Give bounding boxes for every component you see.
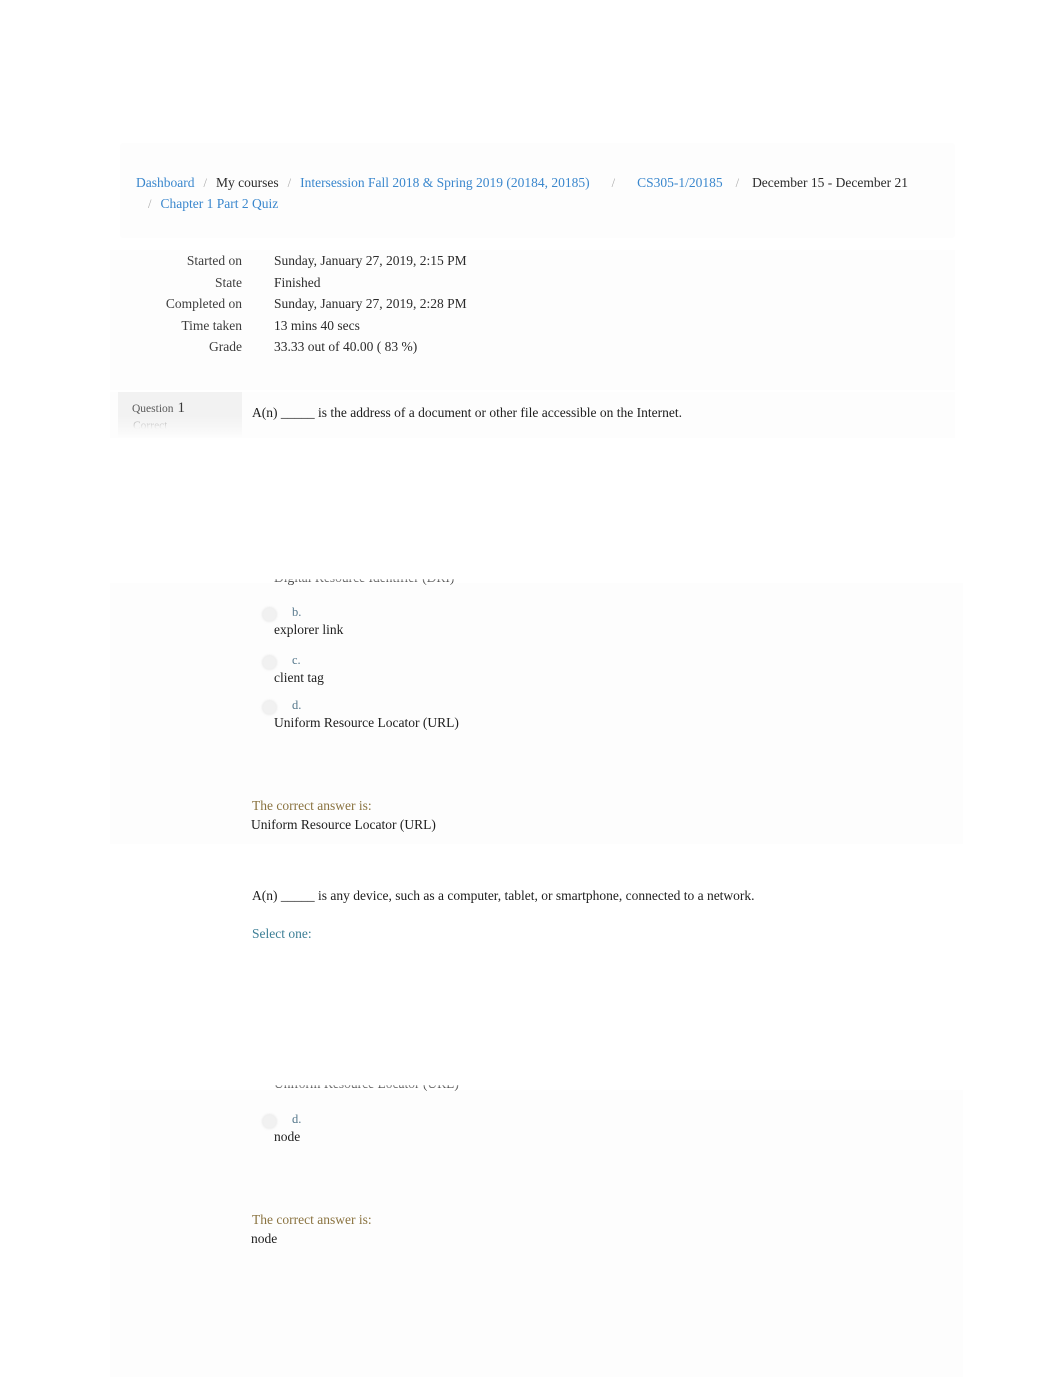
summary-key-time-taken: Time taken <box>181 317 242 333</box>
option-label: Uniform Resource Locator (URL) <box>274 715 459 730</box>
breadcrumb-line-1: Dashboard / My courses / Intersession Fall 2… <box>136 173 936 193</box>
question-1-option-a-label: Digital Resource Identifier (DRI) <box>274 579 454 587</box>
summary-value-completed-on: Sunday, January 27, 2019, 2:28 PM <box>274 296 467 312</box>
breadcrumb-separator: / <box>203 176 207 190</box>
breadcrumb-item-my-courses[interactable]: My courses <box>216 175 279 190</box>
breadcrumb-separator: / <box>735 176 740 190</box>
breadcrumb-item-intersession[interactable]: Intersession Fall 2018 & Spring 2019 (20… <box>300 175 590 190</box>
question-1-feedback-heading: The correct answer is: <box>252 798 372 813</box>
question-1-options-card: Digital Resource Identifier (DRI) b. exp… <box>110 579 963 844</box>
radio-button-icon[interactable] <box>263 608 276 621</box>
breadcrumb: Dashboard / My courses / Intersession Fall 2… <box>136 173 936 214</box>
summary-value-state: Finished <box>274 274 321 290</box>
question-1-number: Question 1 <box>132 400 185 417</box>
question-1-feedback-answer: Uniform Resource Locator (URL) <box>251 817 436 832</box>
question-2-feedback-heading: The correct answer is: <box>252 1212 372 1227</box>
radio-button-icon[interactable] <box>263 1115 276 1128</box>
option-letter: d. <box>292 1112 302 1126</box>
table-row: Completed on Sunday, January 27, 2019, 2… <box>110 293 467 315</box>
radio-button-icon[interactable] <box>263 701 276 714</box>
option-label: client tag <box>274 670 324 685</box>
breadcrumb-card: Dashboard / My courses / Intersession Fall 2… <box>120 143 955 238</box>
breadcrumb-separator: / <box>611 176 616 190</box>
breadcrumb-item-week: December 15 - December 21 <box>752 175 908 190</box>
question-1-info-panel: Question 1 Correct <box>118 392 242 438</box>
radio-button-icon[interactable] <box>263 656 276 669</box>
summary-key-grade: Grade <box>209 339 242 355</box>
attempt-summary-table: Started on Sunday, January 27, 2019, 2:1… <box>110 250 467 358</box>
summary-value-grade: 33.33 out of 40.00 ( 83 %) <box>274 339 418 355</box>
breadcrumb-item-dashboard[interactable]: Dashboard <box>136 175 194 190</box>
question-2-options-card: Uniform Resource Locator (URL) d. node T… <box>110 1085 963 1377</box>
summary-key-started-on: Started on <box>186 253 242 268</box>
option-letter: d. <box>292 698 302 712</box>
table-row: Grade 33.33 out of 40.00 ( 83 %) <box>110 336 467 358</box>
question-1-block: Question 1 Correct A(n) _____ is the addr… <box>110 392 955 438</box>
option-label: explorer link <box>274 622 344 637</box>
question-2-text: A(n) _____ is any device, such as a comp… <box>252 888 755 903</box>
question-1-status: Correct <box>133 420 168 429</box>
breadcrumb-item-quiz[interactable]: Chapter 1 Part 2 Quiz <box>160 196 278 211</box>
question-2-select-one-label: Select one: <box>252 926 312 941</box>
table-row: Started on Sunday, January 27, 2019, 2:1… <box>110 250 467 272</box>
question-number-value: 1 <box>177 400 186 416</box>
question-1-text: A(n) _____ is the address of a document … <box>252 405 682 420</box>
quiz-review-page: Dashboard / My courses / Intersession Fall 2… <box>110 0 963 1377</box>
question-2-feedback-answer: node <box>251 1231 278 1246</box>
breadcrumb-separator: / <box>287 176 292 190</box>
summary-key-completed-on: Completed on <box>165 296 242 312</box>
table-row: State Finished <box>110 272 467 294</box>
summary-value-started-on: Sunday, January 27, 2019, 2:15 PM <box>274 253 467 268</box>
attempt-summary-card: Started on Sunday, January 27, 2019, 2:1… <box>110 250 955 390</box>
breadcrumb-line-2: / Chapter 1 Part 2 Quiz <box>148 194 936 214</box>
question-2-option-c-label: Uniform Resource Locator (URL) <box>274 1085 459 1093</box>
breadcrumb-item-course-cs305[interactable]: CS305-1/20185 <box>637 175 723 190</box>
question-number-label: Question <box>132 403 174 415</box>
option-letter: b. <box>292 605 302 619</box>
summary-key-state: State <box>215 274 242 290</box>
option-label: node <box>274 1129 301 1144</box>
table-row: Time taken 13 mins 40 secs <box>110 315 467 337</box>
summary-value-time-taken: 13 mins 40 secs <box>274 317 360 333</box>
option-letter: c. <box>292 653 301 667</box>
breadcrumb-separator: / <box>148 197 152 211</box>
